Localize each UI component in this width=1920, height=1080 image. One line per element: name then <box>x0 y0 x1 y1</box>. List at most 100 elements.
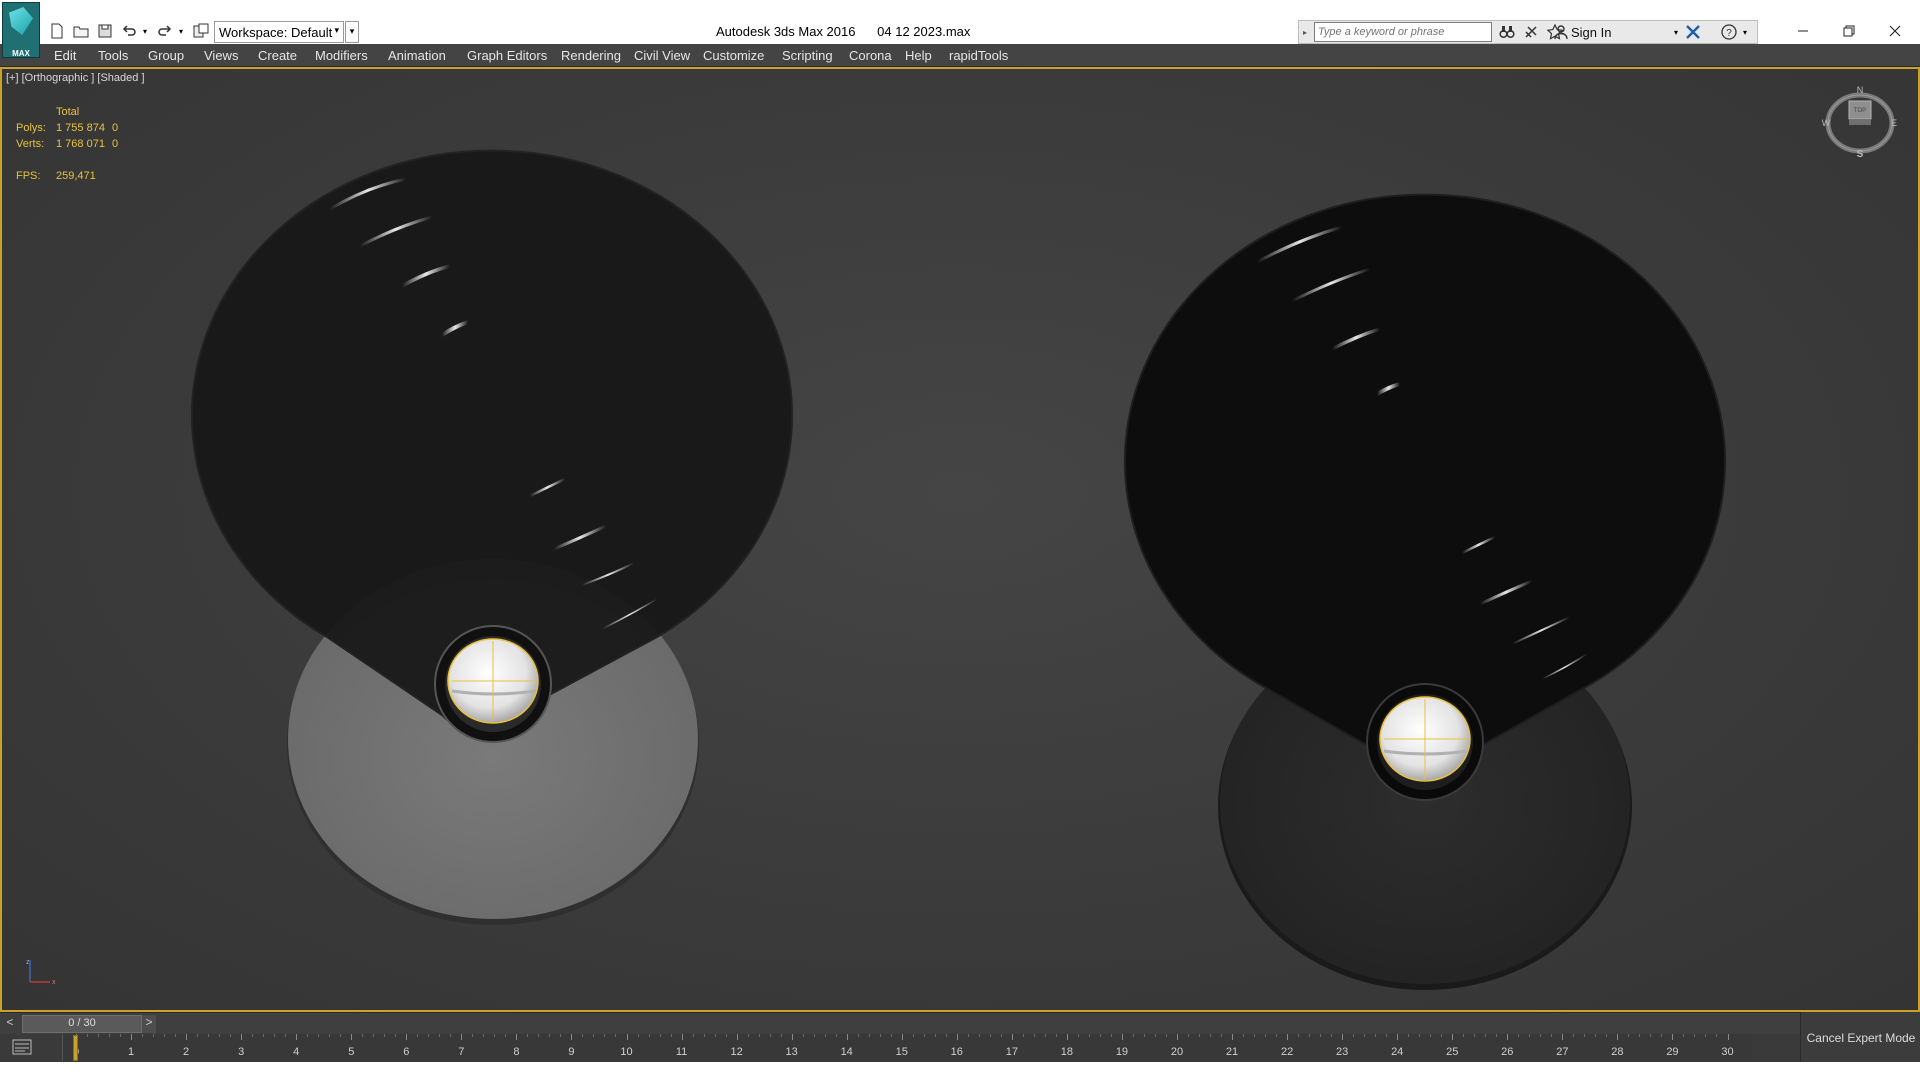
satellite-icon[interactable] <box>1521 23 1541 41</box>
chevron-down-icon: ▾ <box>334 25 339 35</box>
track-bar-tick-label: 20 <box>1170 1046 1184 1058</box>
sign-in-dropdown-icon[interactable]: ▾ <box>1671 23 1681 41</box>
track-bar-tick-label: 16 <box>950 1046 963 1058</box>
menu-graph-editors[interactable]: Graph Editors <box>467 48 547 63</box>
collapse-arrow-icon[interactable]: ▸ <box>1299 23 1311 41</box>
user-icon[interactable] <box>1551 23 1571 41</box>
restore-icon[interactable] <box>1826 18 1872 44</box>
track-bar-minor-tick <box>263 1034 265 1037</box>
menu-edit[interactable]: Edit <box>54 48 76 63</box>
search-input[interactable] <box>1314 22 1492 42</box>
track-bar-minor-tick <box>1485 1034 1487 1037</box>
status-bar-edge <box>0 1062 1920 1080</box>
track-bar-minor-tick <box>890 1034 892 1037</box>
customize-quick-access-button[interactable]: ▾ <box>345 21 359 43</box>
track-bar-minor-tick <box>1165 1034 1167 1037</box>
menu-views[interactable]: Views <box>204 48 238 63</box>
previous-frame-button[interactable]: < <box>2 1015 18 1033</box>
exchange-icon[interactable] <box>1683 23 1703 41</box>
menu-animation[interactable]: Animation <box>388 48 446 63</box>
application-menu-button[interactable]: MAX <box>2 2 40 58</box>
cancel-expert-mode-button[interactable]: Cancel Expert Mode <box>1801 1031 1920 1045</box>
track-bar-minor-tick <box>1419 1034 1421 1037</box>
track-bar-tick-label: 21 <box>1225 1046 1239 1058</box>
track-bar-minor-tick <box>252 1034 254 1037</box>
track-bar-tick-label: 19 <box>1115 1046 1129 1058</box>
track-bar-tick <box>1011 1034 1013 1040</box>
track-bar-minor-tick <box>505 1034 507 1037</box>
track-bar-minor-tick <box>428 1034 430 1037</box>
track-bar-minor-tick <box>989 1034 991 1037</box>
track-bar-tick-label: 12 <box>730 1046 743 1058</box>
minimize-icon[interactable] <box>1780 18 1826 44</box>
track-bar-ruler[interactable]: 0123456789101112131415161718192021222324… <box>62 1034 1752 1062</box>
right-lamp-object[interactable] <box>1124 193 1726 990</box>
time-slider[interactable]: < 0 / 30 > <box>0 1012 1800 1034</box>
polys-selected: 0 <box>112 122 119 134</box>
track-bar-minor-tick <box>1375 1034 1377 1037</box>
menu-rendering[interactable]: Rendering <box>561 48 621 63</box>
sign-in-label[interactable]: Sign In <box>1571 25 1611 40</box>
track-bar-tick <box>296 1034 298 1040</box>
track-bar-minor-tick <box>527 1034 529 1037</box>
track-bar-minor-tick <box>758 1034 760 1037</box>
menu-rapidtools[interactable]: rapidTools <box>949 48 1008 63</box>
help-dropdown-icon[interactable]: ▾ <box>1739 23 1751 41</box>
track-bar-minor-tick <box>923 1034 925 1037</box>
track-bar-minor-tick <box>1705 1034 1707 1037</box>
track-bar-minor-tick <box>1154 1034 1156 1037</box>
track-bar-tick <box>901 1034 903 1040</box>
new-file-icon[interactable] <box>48 22 66 40</box>
mini-curve-editor-icon[interactable] <box>12 1038 32 1056</box>
track-bar-minor-tick <box>857 1034 859 1037</box>
track-bar-minor-tick <box>1044 1034 1046 1037</box>
track-bar-playhead[interactable] <box>73 1035 78 1061</box>
menu-corona[interactable]: Corona <box>849 48 892 63</box>
track-bar-tick-label: 11 <box>675 1046 688 1058</box>
viewcube-icon[interactable]: TOP N S E W <box>1822 83 1898 159</box>
track-bar-minor-tick <box>274 1034 276 1037</box>
track-bar-minor-tick <box>659 1034 661 1037</box>
track-bar-minor-tick <box>1474 1034 1476 1037</box>
track-bar-tick <box>626 1034 628 1040</box>
help-icon[interactable]: ? <box>1719 23 1739 41</box>
track-bar-minor-tick <box>879 1034 881 1037</box>
viewport-orthographic[interactable]: [+] [Orthographic ] [Shaded ] Total Poly… <box>0 67 1920 1012</box>
track-bar-minor-tick <box>1628 1034 1630 1037</box>
track-bar-minor-tick <box>692 1034 694 1037</box>
viewport-label-menu[interactable]: [+] [Orthographic ] [Shaded ] <box>6 72 145 84</box>
track-bar-tick-label: 8 <box>513 1046 520 1058</box>
track-bar-tick-label: 5 <box>348 1046 355 1058</box>
undo-icon[interactable] <box>120 22 138 40</box>
project-folder-icon[interactable] <box>192 22 210 40</box>
time-slider-thumb[interactable]: 0 / 30 <box>22 1015 142 1033</box>
redo-dropdown-icon[interactable]: ▾ <box>176 22 186 40</box>
track-bar-minor-tick <box>1331 1034 1333 1037</box>
binoculars-icon[interactable] <box>1497 23 1517 41</box>
undo-dropdown-icon[interactable]: ▾ <box>140 22 150 40</box>
menu-create[interactable]: Create <box>258 48 297 63</box>
redo-icon[interactable] <box>156 22 174 40</box>
menu-customize[interactable]: Customize <box>703 48 764 63</box>
track-bar[interactable]: 0123456789101112131415161718192021222324… <box>0 1034 1800 1062</box>
menu-civil-view[interactable]: Civil View <box>634 48 690 63</box>
next-frame-button[interactable]: > <box>142 1015 156 1033</box>
scene-canvas[interactable] <box>2 69 1918 1010</box>
menu-group[interactable]: Group <box>148 48 184 63</box>
track-bar-minor-tick <box>1606 1034 1608 1037</box>
left-lamp-object[interactable] <box>191 149 793 925</box>
workspace-dropdown[interactable]: Workspace: Default ▾ <box>214 21 344 43</box>
track-bar-minor-tick <box>1650 1034 1652 1037</box>
open-file-icon[interactable] <box>72 22 90 40</box>
verts-label: Verts: <box>16 138 45 150</box>
close-icon[interactable] <box>1872 18 1918 44</box>
menu-modifiers[interactable]: Modifiers <box>315 48 368 63</box>
track-bar-tick <box>1672 1034 1674 1040</box>
polys-label: Polys: <box>16 122 46 134</box>
menu-scripting[interactable]: Scripting <box>782 48 833 63</box>
menu-help[interactable]: Help <box>905 48 932 63</box>
save-icon[interactable] <box>96 22 114 40</box>
track-bar-tick-label: 13 <box>785 1046 798 1058</box>
track-bar-minor-tick <box>1088 1034 1090 1037</box>
menu-tools[interactable]: Tools <box>98 48 128 63</box>
